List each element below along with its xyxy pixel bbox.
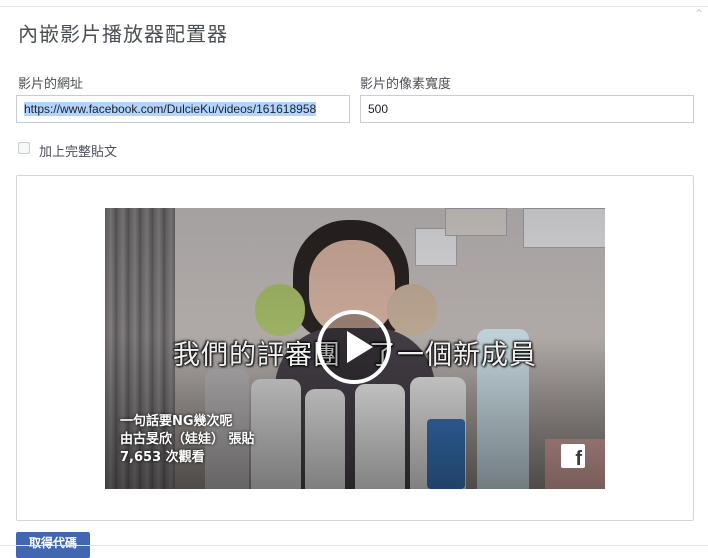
embedded-video-configurator: ⌃ 內嵌影片播放器配置器 影片的網址 https://www.facebook.… xyxy=(0,0,708,558)
chevron-up-icon[interactable]: ⌃ xyxy=(692,8,706,20)
bottom-divider xyxy=(0,545,708,546)
video-url-input[interactable]: https://www.facebook.com/DulcieKu/videos… xyxy=(16,95,350,123)
play-button[interactable] xyxy=(317,310,391,384)
video-title[interactable]: 一句話要NG幾次呢 xyxy=(120,413,255,431)
width-label: 影片的像素寬度 xyxy=(360,76,452,91)
page-title: 內嵌影片播放器配置器 xyxy=(18,24,228,46)
include-full-post-label: 加上完整貼文 xyxy=(39,144,118,159)
top-divider xyxy=(0,0,708,7)
video-player[interactable]: 我們的評審團 了一個新成員 一句話要NG幾次呢 由古旻欣（娃娃） 張貼 7,65… xyxy=(105,208,605,489)
video-width-input[interactable]: 500 xyxy=(360,95,694,123)
video-author[interactable]: 由古旻欣（娃娃） 張貼 xyxy=(120,431,255,449)
video-view-count: 7,653 次觀看 xyxy=(120,450,205,465)
play-icon xyxy=(347,331,373,363)
video-url-value: https://www.facebook.com/DulcieKu/videos… xyxy=(24,102,317,116)
video-meta: 一句話要NG幾次呢 由古旻欣（娃娃） 張貼 7,653 次觀看 xyxy=(120,413,255,467)
facebook-icon[interactable]: f xyxy=(561,444,585,468)
include-full-post-checkbox[interactable] xyxy=(18,142,30,154)
url-label: 影片的網址 xyxy=(18,76,84,91)
